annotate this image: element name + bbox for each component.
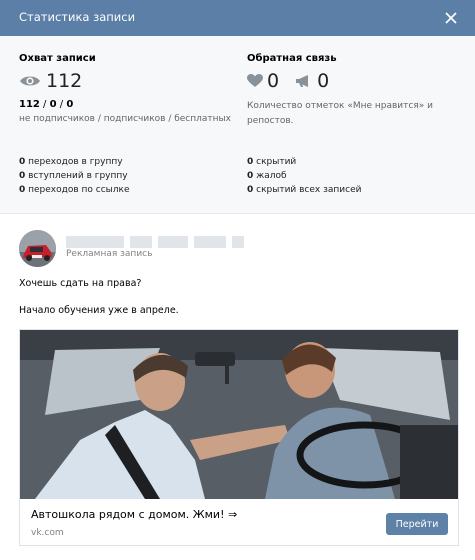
card-title[interactable]: Автошкола рядом с домом. Жми! ⇒ (31, 508, 237, 521)
card-domain: vk.com (31, 528, 64, 538)
likes-count: 0 (267, 70, 280, 92)
stat-reports: 0 жалоб (247, 171, 287, 181)
link-card[interactable]: Автошкола рядом с домом. Жми! ⇒ vk.com П… (19, 329, 459, 546)
post-text-line1: Хочешь сдать на права? (19, 278, 142, 289)
card-footer: Автошкола рядом с домом. Жми! ⇒ vk.com П… (20, 500, 458, 546)
avatar[interactable] (19, 230, 56, 267)
author-name-redacted[interactable] (66, 236, 244, 248)
modal-title: Статистика записи (19, 10, 136, 24)
reach-counter: 112 (19, 70, 82, 92)
post-stats-modal: Статистика записи Охват записи 112 112 /… (0, 0, 475, 560)
stat-group-joins: 0 вступлений в группу (19, 171, 128, 181)
post-text-line2: Начало обучения уже в апреле. (19, 305, 179, 316)
reach-value: 112 (46, 70, 83, 92)
go-button[interactable]: Перейти (386, 513, 448, 535)
reach-breakdown: 112 / 0 / 0 (19, 99, 74, 110)
eye-icon (20, 76, 40, 86)
heart-icon (247, 74, 263, 87)
ad-photo[interactable] (20, 330, 458, 499)
feedback-title: Обратная связь (247, 53, 337, 64)
shares-count: 0 (317, 70, 330, 92)
feedback-counters: 0 0 (247, 70, 329, 92)
stat-hides: 0 скрытий (247, 157, 297, 167)
megaphone-icon (296, 75, 309, 87)
stat-group-visits: 0 переходов в группу (19, 157, 123, 167)
stat-hide-all: 0 скрытий всех записей (247, 185, 362, 195)
modal-header: Статистика записи (0, 0, 475, 36)
stats-panel: Охват записи 112 112 / 0 / 0 не подписчи… (0, 36, 475, 214)
ad-post: Рекламная запись Хочешь сдать на права? … (0, 215, 475, 560)
ad-label: Рекламная запись (66, 249, 153, 259)
feedback-caption: Количество отметок «Мне нравится» и репо… (247, 101, 433, 126)
stat-link-clicks: 0 переходов по ссылке (19, 185, 130, 195)
reach-breakdown-caption: не подписчиков / подписчиков / бесплатны… (19, 114, 231, 124)
close-icon[interactable] (442, 9, 460, 27)
reach-title: Охват записи (19, 53, 96, 64)
